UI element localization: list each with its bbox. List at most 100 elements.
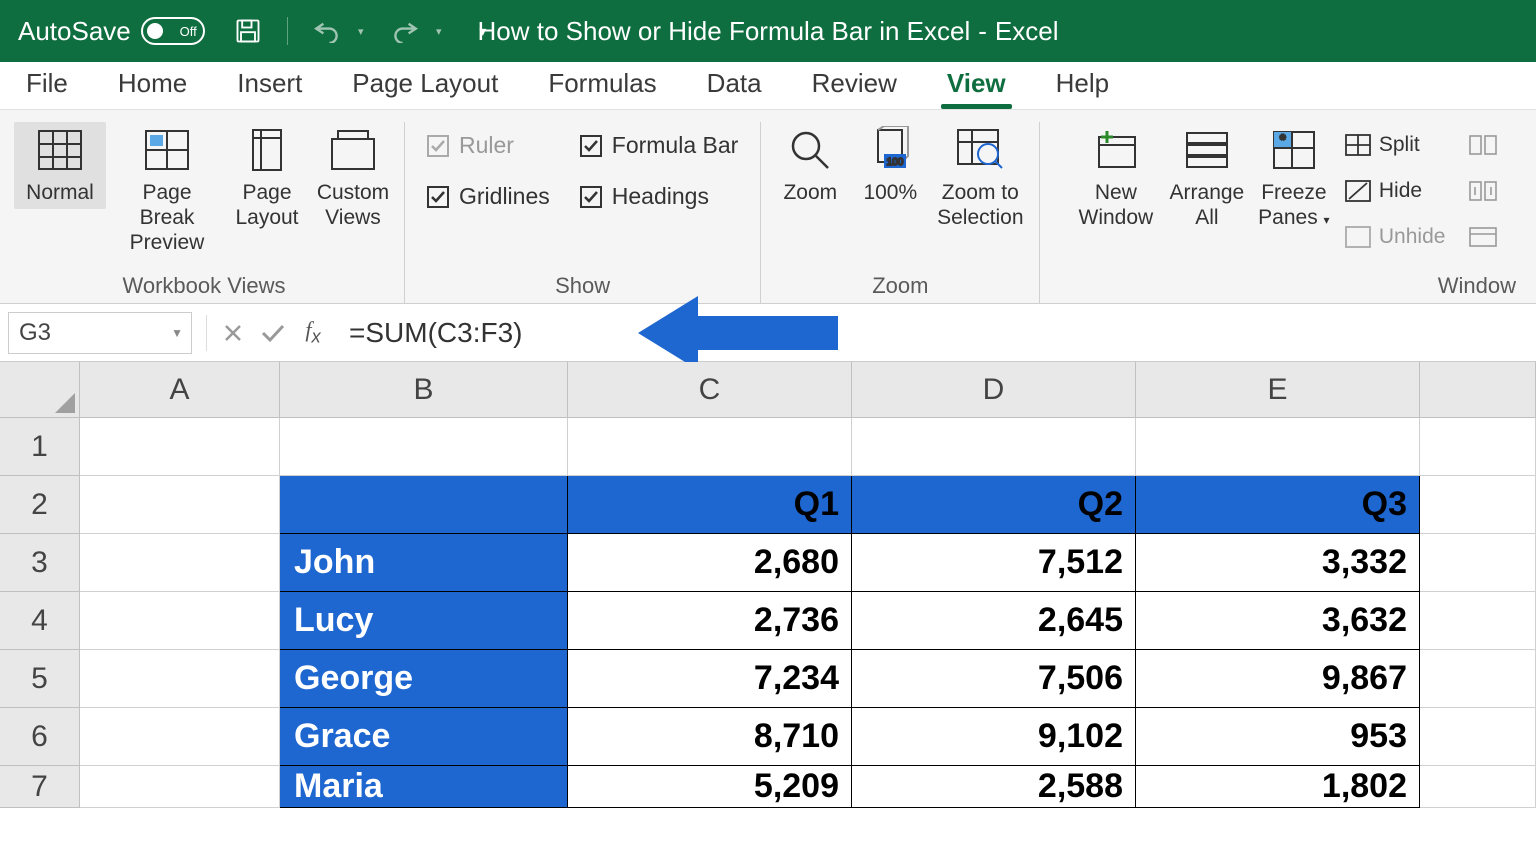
normal-view-button[interactable]: Normal <box>14 122 106 209</box>
cell-E4[interactable]: 3,632 <box>1136 592 1420 650</box>
autosave-toggle[interactable]: AutoSave Off <box>18 16 205 47</box>
cell-D7[interactable]: 2,588 <box>852 766 1136 808</box>
cell-B2[interactable] <box>280 476 568 534</box>
row-1: 1 <box>0 418 1536 476</box>
cell-E6[interactable]: 953 <box>1136 708 1420 766</box>
page-break-icon <box>143 126 191 174</box>
custom-views-button[interactable]: Custom Views <box>312 122 394 234</box>
tab-formulas[interactable]: Formulas <box>542 62 662 109</box>
cell-E3[interactable]: 3,332 <box>1136 534 1420 592</box>
cell-D2[interactable]: Q2 <box>852 476 1136 534</box>
cell-B5[interactable]: George <box>280 650 568 708</box>
cell-D3[interactable]: 7,512 <box>852 534 1136 592</box>
formula-bar-checkbox[interactable]: Formula Bar <box>580 132 739 159</box>
row-header-3[interactable]: 3 <box>0 534 80 592</box>
row-header-5[interactable]: 5 <box>0 650 80 708</box>
tab-insert[interactable]: Insert <box>231 62 308 109</box>
undo-icon[interactable] <box>310 14 344 48</box>
hide-button[interactable]: Hide <box>1345 172 1446 210</box>
row-header-1[interactable]: 1 <box>0 418 80 476</box>
cell-A6[interactable] <box>80 708 280 766</box>
cell-A2[interactable] <box>80 476 280 534</box>
tab-help[interactable]: Help <box>1050 62 1115 109</box>
tab-data[interactable]: Data <box>701 62 768 109</box>
headings-checkbox[interactable]: Headings <box>580 183 739 210</box>
row-header-4[interactable]: 4 <box>0 592 80 650</box>
redo-icon[interactable] <box>388 14 422 48</box>
reset-window-icon[interactable] <box>1469 218 1497 256</box>
row-header-7[interactable]: 7 <box>0 766 80 808</box>
cell-D1[interactable] <box>852 418 1136 476</box>
arrange-all-button[interactable]: Arrange All <box>1165 122 1249 234</box>
col-header-B[interactable]: B <box>280 362 568 418</box>
tab-file[interactable]: File <box>20 62 74 109</box>
view-side-by-side-icon[interactable] <box>1469 126 1497 164</box>
spreadsheet[interactable]: A B C D E 1 2 Q1 Q2 Q3 3 John <box>0 362 1536 808</box>
name-box-dropdown-icon[interactable]: ▼ <box>171 326 183 340</box>
sync-scroll-icon[interactable] <box>1469 172 1497 210</box>
tab-review[interactable]: Review <box>806 62 903 109</box>
cell-F2[interactable] <box>1420 476 1536 534</box>
col-header-C[interactable]: C <box>568 362 852 418</box>
name-box[interactable]: G3 ▼ <box>8 312 192 354</box>
save-icon[interactable] <box>231 14 265 48</box>
cell-B1[interactable] <box>280 418 568 476</box>
row-header-2[interactable]: 2 <box>0 476 80 534</box>
cell-C1[interactable] <box>568 418 852 476</box>
undo-dropdown-icon[interactable]: ▾ <box>352 14 370 48</box>
cell-B4[interactable]: Lucy <box>280 592 568 650</box>
col-header-F[interactable] <box>1420 362 1536 418</box>
page-layout-button[interactable]: Page Layout <box>228 122 306 234</box>
cell-E2[interactable]: Q3 <box>1136 476 1420 534</box>
cell-D6[interactable]: 9,102 <box>852 708 1136 766</box>
cell-F3[interactable] <box>1420 534 1536 592</box>
tab-view[interactable]: View <box>941 62 1012 109</box>
col-header-A[interactable]: A <box>80 362 280 418</box>
tab-home[interactable]: Home <box>112 62 193 109</box>
cell-A5[interactable] <box>80 650 280 708</box>
row-header-6[interactable]: 6 <box>0 708 80 766</box>
cell-C6[interactable]: 8,710 <box>568 708 852 766</box>
zoom-button[interactable]: Zoom <box>771 122 849 209</box>
autosave-switch[interactable]: Off <box>141 17 205 45</box>
new-window-button[interactable]: New Window <box>1073 122 1159 234</box>
freeze-panes-button[interactable]: * Freeze Panes ▾ <box>1255 122 1333 234</box>
cell-C3[interactable]: 2,680 <box>568 534 852 592</box>
cell-F1[interactable] <box>1420 418 1536 476</box>
cell-C7[interactable]: 5,209 <box>568 766 852 808</box>
cell-E1[interactable] <box>1136 418 1420 476</box>
cell-B7[interactable]: Maria <box>280 766 568 808</box>
svg-text:*: * <box>1280 131 1286 147</box>
tab-page-layout[interactable]: Page Layout <box>346 62 504 109</box>
cell-E5[interactable]: 9,867 <box>1136 650 1420 708</box>
cell-B6[interactable]: Grace <box>280 708 568 766</box>
col-header-D[interactable]: D <box>852 362 1136 418</box>
cell-C5[interactable]: 7,234 <box>568 650 852 708</box>
cell-A3[interactable] <box>80 534 280 592</box>
formula-input[interactable]: =SUM(C3:F3) <box>333 312 1536 354</box>
gridlines-checkbox[interactable]: Gridlines <box>427 183 550 210</box>
cell-F7[interactable] <box>1420 766 1536 808</box>
enter-formula-icon[interactable] <box>253 313 293 353</box>
split-button[interactable]: Split <box>1345 126 1446 164</box>
cell-B3[interactable]: John <box>280 534 568 592</box>
cell-C4[interactable]: 2,736 <box>568 592 852 650</box>
cell-D4[interactable]: 2,645 <box>852 592 1136 650</box>
cell-F6[interactable] <box>1420 708 1536 766</box>
cell-D5[interactable]: 7,506 <box>852 650 1136 708</box>
select-all-corner[interactable] <box>0 362 80 418</box>
cell-F4[interactable] <box>1420 592 1536 650</box>
cell-E7[interactable]: 1,802 <box>1136 766 1420 808</box>
cell-A4[interactable] <box>80 592 280 650</box>
cell-A1[interactable] <box>80 418 280 476</box>
zoom-100-button[interactable]: 100 100% <box>855 122 925 209</box>
zoom-to-selection-button[interactable]: Zoom to Selection <box>931 122 1029 234</box>
redo-dropdown-icon[interactable]: ▾ <box>430 14 448 48</box>
insert-function-button[interactable]: fx <box>293 313 333 353</box>
col-header-E[interactable]: E <box>1136 362 1420 418</box>
cell-A7[interactable] <box>80 766 280 808</box>
cancel-formula-icon[interactable] <box>213 313 253 353</box>
page-break-preview-button[interactable]: Page Break Preview <box>112 122 222 260</box>
cell-C2[interactable]: Q1 <box>568 476 852 534</box>
cell-F5[interactable] <box>1420 650 1536 708</box>
